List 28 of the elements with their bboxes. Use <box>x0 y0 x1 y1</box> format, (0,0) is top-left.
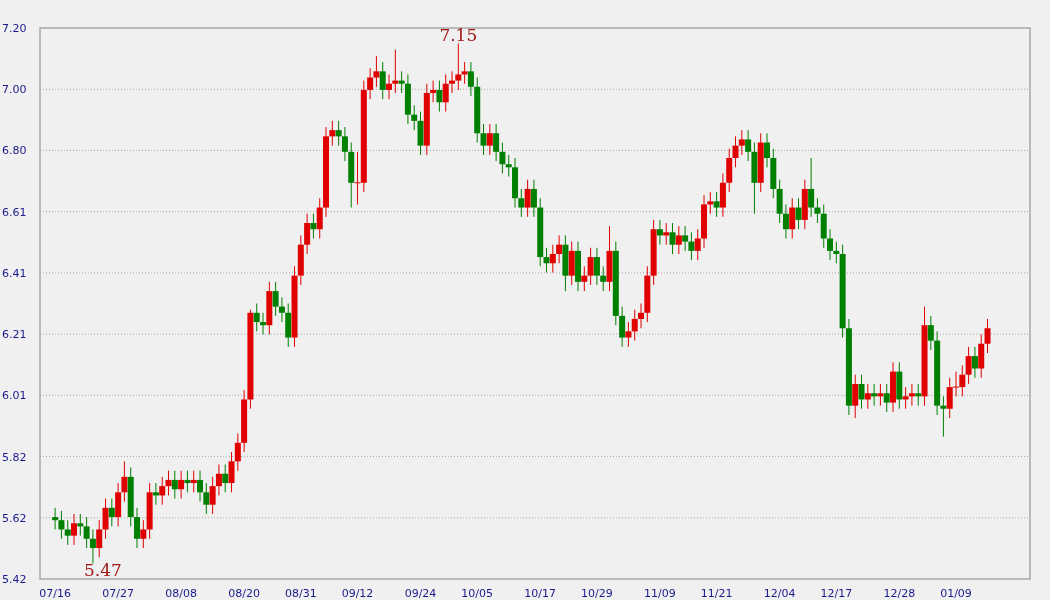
y-axis-label: 5.62 <box>2 511 27 525</box>
y-axis-label: 6.21 <box>2 328 27 342</box>
y-axis-label: 6.80 <box>2 144 27 158</box>
x-axis-label: 09/12 <box>341 587 374 600</box>
x-axis-label: 08/08 <box>165 587 197 600</box>
x-axis-label: 08/20 <box>228 587 260 600</box>
y-axis-label: 6.61 <box>2 205 27 219</box>
x-axis-label: 11/09 <box>644 587 676 600</box>
x-axis-label: 12/28 <box>883 587 916 600</box>
price-annotation: 5.47 <box>84 559 122 580</box>
x-axis-label: 12/04 <box>763 587 796 600</box>
x-axis-label: 08/31 <box>284 587 317 600</box>
x-axis-label: 10/29 <box>581 587 613 600</box>
x-axis-label: 12/17 <box>820 587 853 600</box>
y-axis-label: 7.00 <box>2 83 27 97</box>
x-axis-label: 09/24 <box>404 587 437 600</box>
price-annotation: 7.15 <box>439 25 478 46</box>
x-axis-label: 07/16 <box>39 587 71 600</box>
y-axis-label: 7.20 <box>2 22 27 35</box>
y-axis-label: 5.42 <box>2 573 27 586</box>
x-axis-label: 10/05 <box>461 587 494 600</box>
y-axis-label: 5.82 <box>2 450 27 464</box>
x-axis-label: 10/17 <box>524 587 557 600</box>
x-axis-label: 01/09 <box>940 587 972 600</box>
y-axis-label: 6.41 <box>2 266 27 280</box>
x-axis-label: 07/27 <box>102 587 134 600</box>
y-axis-label: 6.01 <box>2 389 27 403</box>
x-axis-label: 11/21 <box>700 587 733 600</box>
